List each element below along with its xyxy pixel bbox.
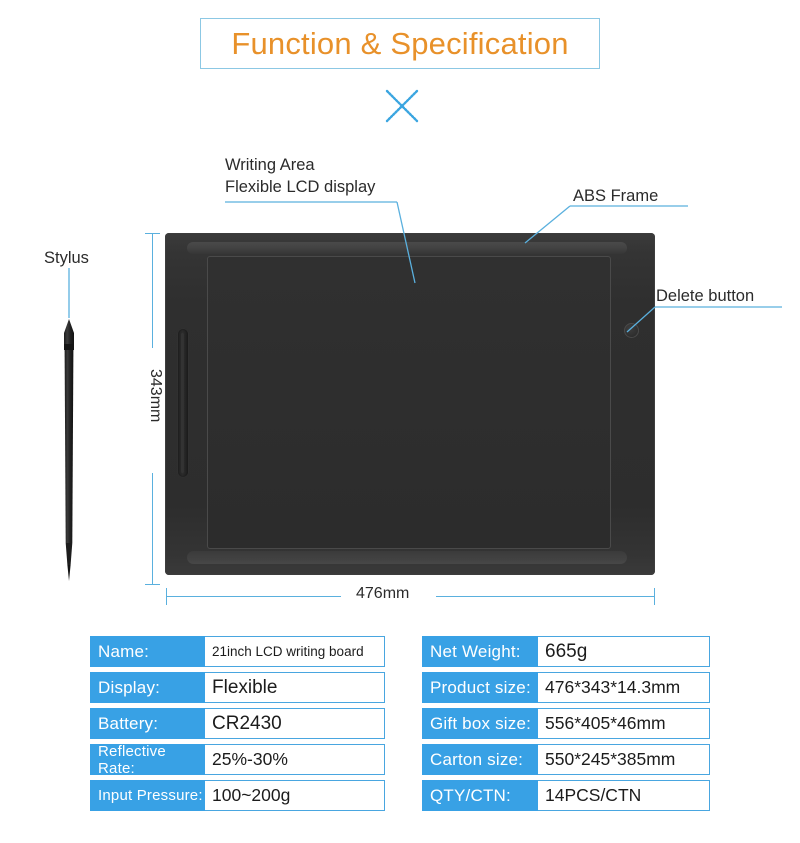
spec-key: Gift box size: xyxy=(422,708,538,739)
table-row: QTY/CTN: 14PCS/CTN xyxy=(422,780,710,811)
stylus-holder-slot xyxy=(178,329,188,477)
spec-value: 100~200g xyxy=(205,780,385,811)
callout-writing-area: Writing Area Flexible LCD display xyxy=(225,154,375,199)
callout-delete-button: Delete button xyxy=(656,287,755,305)
table-row: Name: 21inch LCD writing board xyxy=(90,636,385,667)
callout-writing-area-line2: Flexible LCD display xyxy=(225,178,376,197)
spec-value: 21inch LCD writing board xyxy=(205,636,385,667)
table-row: Net Weight: 665g xyxy=(422,636,710,667)
table-row: Battery: CR2430 xyxy=(90,708,385,739)
callout-stylus: Stylus xyxy=(44,249,89,267)
page-title-box: Function & Specification xyxy=(200,18,600,69)
spec-value: CR2430 xyxy=(205,708,385,739)
table-row: Carton size: 550*245*385mm xyxy=(422,744,710,775)
spec-key: Battery: xyxy=(90,708,205,739)
spec-key: Display: xyxy=(90,672,205,703)
spec-value: 476*343*14.3mm xyxy=(538,672,710,703)
height-dimension-label: 343mm xyxy=(147,369,164,423)
width-dimension-label: 476mm xyxy=(350,585,416,603)
spec-key: Product size: xyxy=(422,672,538,703)
frame-top-bevel xyxy=(187,242,627,254)
frame-bottom-bevel xyxy=(187,551,627,564)
spec-value: 14PCS/CTN xyxy=(538,780,710,811)
tablet-device-illustration xyxy=(165,233,655,575)
spec-key: Name: xyxy=(90,636,205,667)
table-row: Input Pressure: 100~200g xyxy=(90,780,385,811)
spec-value: Flexible xyxy=(205,672,385,703)
spec-value: 556*405*46mm xyxy=(538,708,710,739)
decorative-x-icon xyxy=(385,89,419,123)
stylus-illustration xyxy=(64,319,74,581)
spec-key: Net Weight: xyxy=(422,636,538,667)
spec-key: QTY/CTN: xyxy=(422,780,538,811)
spec-table-left: Name: 21inch LCD writing board Display: … xyxy=(90,636,385,816)
spec-table-right: Net Weight: 665g Product size: 476*343*1… xyxy=(422,636,710,816)
table-row: Gift box size: 556*405*46mm xyxy=(422,708,710,739)
spec-value: 550*245*385mm xyxy=(538,744,710,775)
product-spec-page: Function & Specification 343mm 476mm Wri… xyxy=(0,0,800,843)
lcd-screen xyxy=(207,256,611,549)
spec-key: Input Pressure: xyxy=(90,780,205,811)
spec-value: 25%-30% xyxy=(205,744,385,775)
table-row: Reflective Rate: 25%-30% xyxy=(90,743,385,777)
table-row: Product size: 476*343*14.3mm xyxy=(422,672,710,703)
callout-abs-frame: ABS Frame xyxy=(573,187,659,205)
delete-button-hardware[interactable] xyxy=(624,323,639,338)
page-title: Function & Specification xyxy=(231,25,569,61)
spec-key: Reflective Rate: xyxy=(90,743,205,777)
spec-key: Carton size: xyxy=(422,744,538,775)
spec-value: 665g xyxy=(538,636,710,667)
callout-writing-area-line1: Writing Area xyxy=(225,156,315,174)
table-row: Display: Flexible xyxy=(90,672,385,703)
